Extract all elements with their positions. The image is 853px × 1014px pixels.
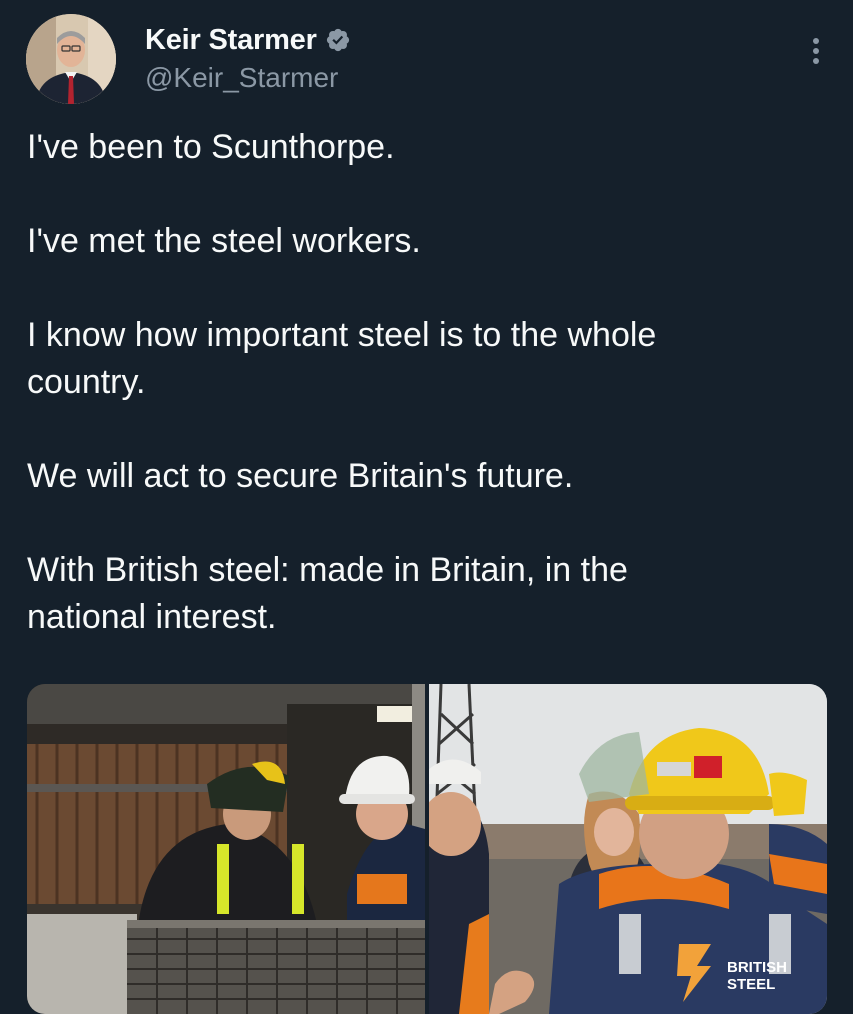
tweet-paragraph: We will act to secure Britain's future. <box>27 457 574 495</box>
tweet: Keir Starmer @Keir_Starmer I've been to … <box>0 0 853 1014</box>
tweet-paragraph: I've been to Scunthorpe. <box>27 128 395 166</box>
more-options-icon[interactable] <box>806 38 826 78</box>
tweet-paragraph: I know how important steel is to the who… <box>27 316 657 401</box>
tweet-header: Keir Starmer @Keir_Starmer <box>26 14 826 106</box>
photo-right[interactable]: BRITISH STEEL <box>429 684 827 1014</box>
tweet-paragraph: With British steel: made in Britain, in … <box>27 551 628 636</box>
display-name[interactable]: Keir Starmer <box>145 24 317 57</box>
display-name-row: Keir Starmer <box>145 22 351 58</box>
svg-text:STEEL: STEEL <box>727 976 775 993</box>
photo-left[interactable] <box>27 684 425 1014</box>
author-names: Keir Starmer @Keir_Starmer <box>145 22 351 94</box>
tweet-paragraph: I've met the steel workers. <box>27 222 421 260</box>
avatar[interactable] <box>26 14 116 104</box>
british-steel-logo-text: BRITISH <box>727 959 787 976</box>
media-grid: BRITISH STEEL <box>27 684 827 1014</box>
handle[interactable]: @Keir_Starmer <box>145 62 351 94</box>
verified-badge-icon <box>325 27 351 53</box>
tweet-text: I've been to Scunthorpe. I've met the st… <box>27 124 817 688</box>
